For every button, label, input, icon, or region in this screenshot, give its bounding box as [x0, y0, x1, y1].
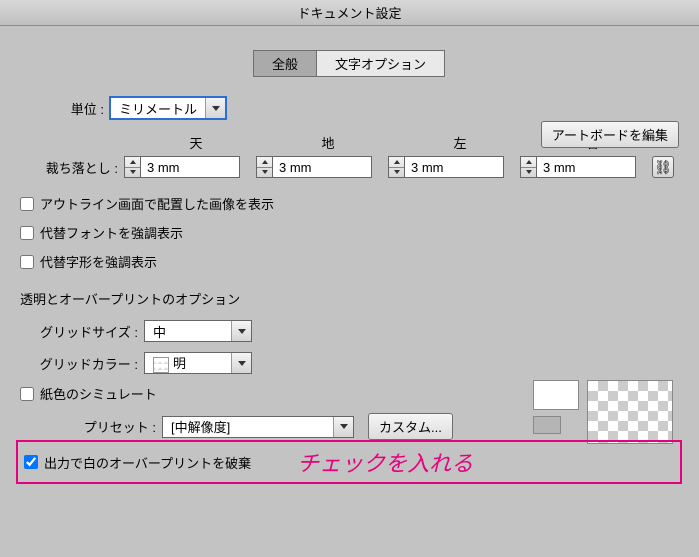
- preset-row: プリセット : [中解像度] カスタム...: [20, 413, 679, 440]
- bleed-left-spinner[interactable]: [388, 156, 504, 178]
- bleed-left-input[interactable]: [404, 156, 504, 178]
- preset-value: [中解像度]: [163, 417, 333, 436]
- link-icon: ⛓: [654, 159, 672, 176]
- highlight-fonts-checkbox[interactable]: [20, 226, 34, 240]
- grid-color-label: グリッドカラー :: [20, 354, 144, 373]
- grid-swatch-light[interactable]: [533, 380, 579, 410]
- chevron-up-icon[interactable]: [257, 157, 272, 167]
- bleed-label: 裁ち落とし :: [20, 158, 124, 177]
- window-title: ドキュメント設定: [297, 3, 401, 22]
- annotation-text: チェックを入れる: [297, 446, 473, 478]
- highlight-glyphs-row[interactable]: 代替字形を強調表示: [20, 252, 679, 271]
- check-list: アウトライン画面で配置した画像を表示 代替フォントを強調表示 代替字形を強調表示: [20, 194, 679, 271]
- units-row: 単位 : ミリメートル: [20, 97, 679, 119]
- spinner-buttons[interactable]: [124, 156, 140, 178]
- bleed-header-top: 天: [130, 133, 262, 152]
- link-bleed-button[interactable]: ⛓: [652, 156, 674, 178]
- spinner-buttons[interactable]: [520, 156, 536, 178]
- preset-select[interactable]: [中解像度]: [162, 416, 354, 438]
- chevron-down-icon[interactable]: [389, 167, 404, 178]
- simulate-paper-checkbox[interactable]: [20, 387, 34, 401]
- highlight-fonts-row[interactable]: 代替フォントを強調表示: [20, 223, 679, 242]
- bleed-header-left: 左: [394, 133, 526, 152]
- chevron-up-icon[interactable]: [521, 157, 536, 167]
- tab-type-options[interactable]: 文字オプション: [316, 50, 445, 77]
- bleed-right-input[interactable]: [536, 156, 636, 178]
- tab-general[interactable]: 全般: [253, 50, 317, 77]
- highlight-fonts-label: 代替フォントを強調表示: [40, 223, 183, 242]
- chevron-down-icon: [205, 98, 225, 118]
- discard-white-overprint-label: 出力で白のオーバープリントを破棄: [44, 453, 251, 472]
- units-select[interactable]: ミリメートル: [110, 97, 226, 119]
- grid-color-value: 明: [145, 353, 231, 373]
- edit-artboards-button[interactable]: アートボードを編集: [541, 121, 679, 148]
- grid-swatch-dark[interactable]: [533, 416, 561, 434]
- chevron-up-icon[interactable]: [125, 157, 140, 167]
- simulate-paper-label: 紙色のシミュレート: [40, 384, 157, 403]
- transparency-section-title: 透明とオーバープリントのオプション: [20, 289, 679, 308]
- chevron-down-icon[interactable]: [257, 167, 272, 178]
- grid-size-label: グリッドサイズ :: [20, 322, 144, 341]
- discard-white-overprint-row[interactable]: 出力で白のオーバープリントを破棄: [24, 453, 251, 472]
- chevron-down-icon[interactable]: [521, 167, 536, 178]
- bleed-bottom-input[interactable]: [272, 156, 372, 178]
- grid-size-value: 中: [145, 322, 231, 341]
- spinner-buttons[interactable]: [256, 156, 272, 178]
- units-value: ミリメートル: [111, 99, 205, 118]
- titlebar: ドキュメント設定: [0, 0, 699, 26]
- bleed-top-spinner[interactable]: [124, 156, 240, 178]
- grid-color-select[interactable]: 明: [144, 352, 252, 374]
- swatch-pattern-icon: [153, 357, 169, 373]
- bleed-bottom-spinner[interactable]: [256, 156, 372, 178]
- bleed-header-bottom: 地: [262, 133, 394, 152]
- discard-white-overprint-checkbox[interactable]: [24, 455, 38, 469]
- units-label: 単位 :: [20, 99, 110, 118]
- outline-images-row[interactable]: アウトライン画面で配置した画像を表示: [20, 194, 679, 213]
- bleed-top-input[interactable]: [140, 156, 240, 178]
- preset-label: プリセット :: [20, 417, 162, 436]
- chevron-down-icon: [231, 353, 251, 373]
- chevron-down-icon: [333, 417, 353, 437]
- highlight-glyphs-label: 代替字形を強調表示: [40, 252, 157, 271]
- spinner-buttons[interactable]: [388, 156, 404, 178]
- document-setup-window: ドキュメント設定 全般 文字オプション 単位 : ミリメートル アートボードを編…: [0, 0, 699, 557]
- chevron-down-icon[interactable]: [125, 167, 140, 178]
- outline-images-label: アウトライン画面で配置した画像を表示: [40, 194, 274, 213]
- bleed-right-spinner[interactable]: [520, 156, 636, 178]
- chevron-up-icon[interactable]: [389, 157, 404, 167]
- outline-images-checkbox[interactable]: [20, 197, 34, 211]
- grid-size-row: グリッドサイズ : 中: [20, 320, 679, 342]
- annotation-highlight: 出力で白のオーバープリントを破棄 チェックを入れる: [16, 440, 682, 484]
- simulate-paper-row[interactable]: 紙色のシミュレート: [20, 384, 679, 403]
- grid-color-row: グリッドカラー : 明: [20, 352, 679, 374]
- grid-color-previews: [533, 380, 579, 434]
- grid-size-select[interactable]: 中: [144, 320, 252, 342]
- highlight-glyphs-checkbox[interactable]: [20, 255, 34, 269]
- custom-preset-button[interactable]: カスタム...: [368, 413, 453, 440]
- tabs: 全般 文字オプション: [20, 50, 679, 77]
- content-area: 全般 文字オプション 単位 : ミリメートル アートボードを編集 天 地 左 右…: [0, 26, 699, 458]
- chevron-down-icon: [231, 321, 251, 341]
- transparency-grid-preview: [587, 380, 673, 444]
